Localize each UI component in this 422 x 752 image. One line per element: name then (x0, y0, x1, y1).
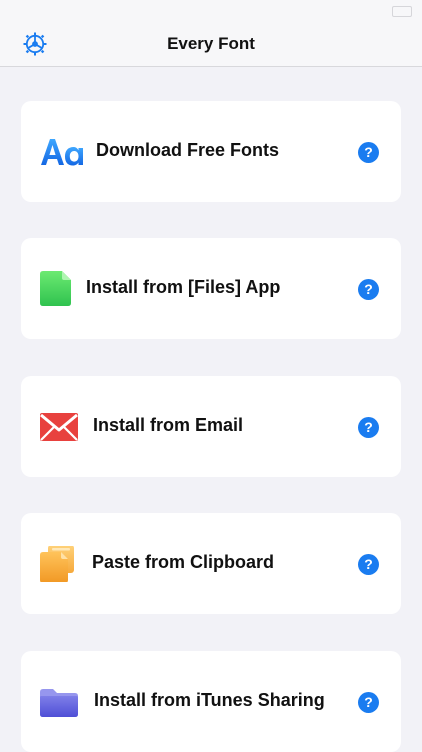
help-button-itunes[interactable]: ? (358, 692, 379, 713)
folder-icon (40, 684, 84, 720)
battery-icon (392, 6, 412, 17)
paste-from-clipboard-button[interactable]: Paste from Clipboard ? (21, 513, 401, 614)
download-free-fonts-button[interactable]: Download Free Fonts ? (21, 101, 401, 202)
document-icon (40, 271, 84, 307)
install-from-itunes-label: Install from iTunes Sharing (94, 690, 325, 710)
help-button-email[interactable]: ? (358, 417, 379, 438)
install-from-email-button[interactable]: Install from Email ? (21, 376, 401, 477)
help-button-download[interactable]: ? (358, 142, 379, 163)
install-from-email-label: Install from Email (93, 415, 244, 435)
envelope-icon (40, 409, 84, 445)
install-from-itunes-button[interactable]: Install from iTunes Sharing ? (21, 651, 401, 752)
font-aa-icon (40, 134, 84, 170)
page-title: Every Font (167, 34, 255, 53)
install-from-files-button[interactable]: Install from [Files] App ? (21, 238, 401, 339)
help-button-clipboard[interactable]: ? (358, 554, 379, 575)
paste-from-clipboard-label: Paste from Clipboard (92, 552, 275, 572)
install-from-files-label: Install from [Files] App (86, 277, 281, 297)
clipboard-icon (40, 545, 84, 583)
download-free-fonts-label: Download Free Fonts (96, 140, 280, 160)
status-bar (0, 0, 422, 22)
help-button-files[interactable]: ? (358, 279, 379, 300)
navigation-bar: Every Font (0, 22, 422, 67)
